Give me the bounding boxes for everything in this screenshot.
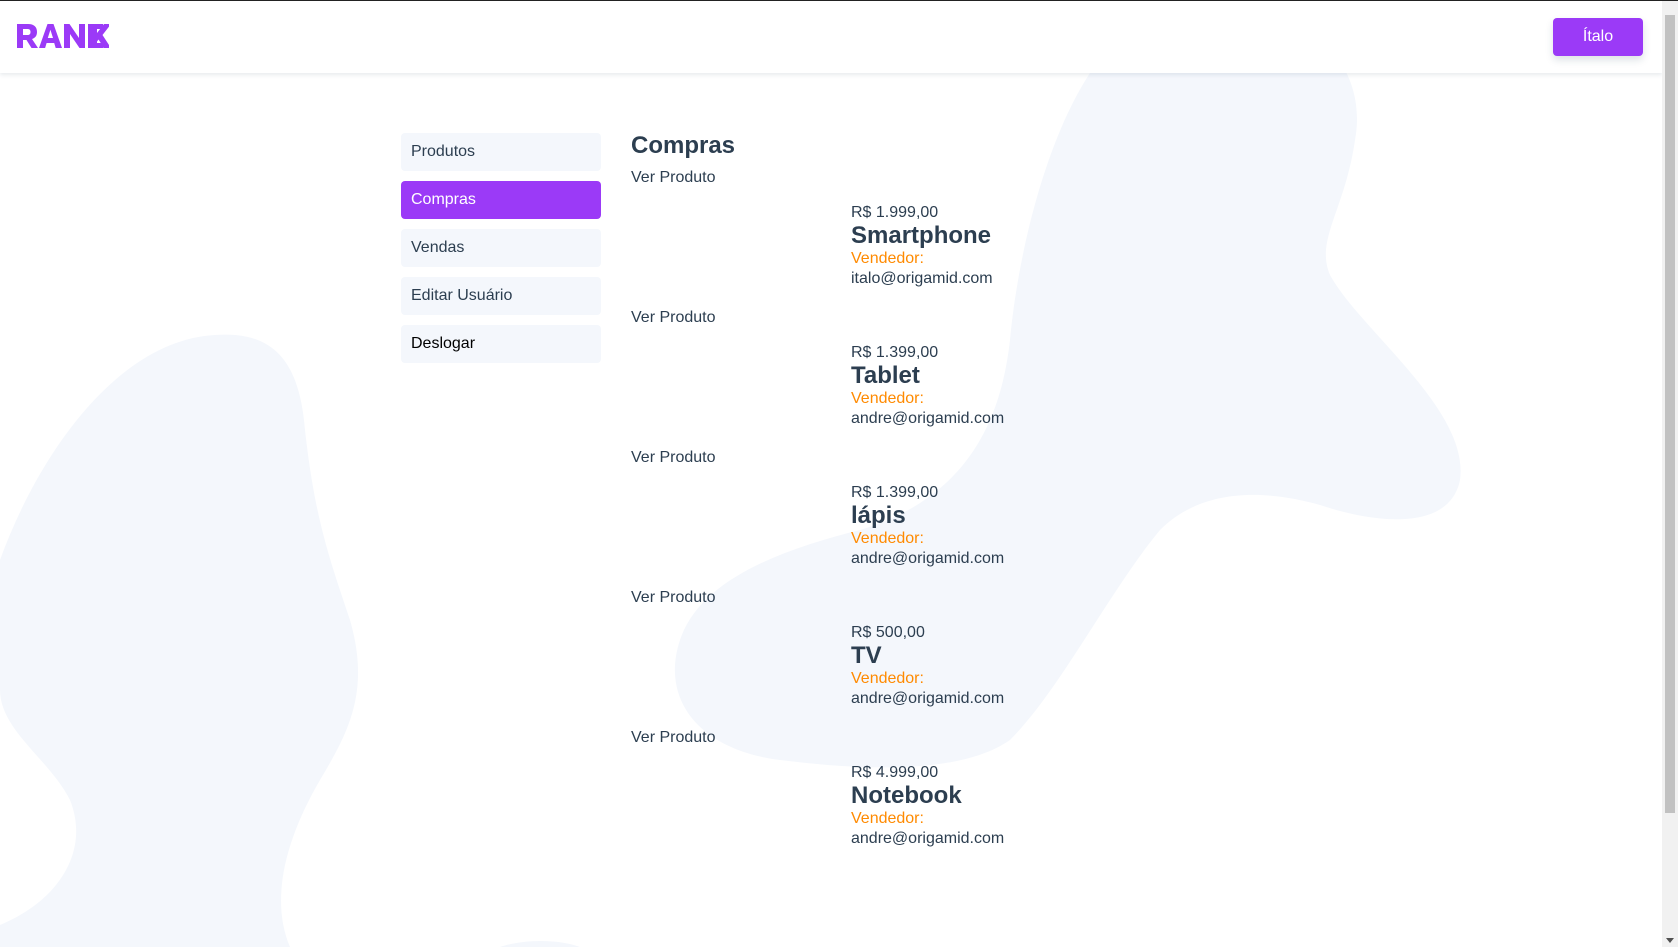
product-name: TV <box>851 642 882 669</box>
purchase-info: R$ 500,00 TV Vendedor: andre@origamid.co… <box>851 623 1004 709</box>
seller-label: Vendedor: <box>851 810 924 827</box>
user-button[interactable]: Ítalo <box>1553 18 1643 56</box>
purchase-info: R$ 4.999,00 Notebook Vendedor: andre@ori… <box>851 763 1004 849</box>
window-top-border <box>0 0 1678 1</box>
seller-info: Vendedor: andre@origamid.com <box>851 389 1004 429</box>
sidebar-item-produtos[interactable]: Produtos <box>401 133 601 171</box>
account-sidebar: Produtos Compras Vendas Editar Usuário D… <box>401 133 601 373</box>
product-price: R$ 1.399,00 <box>851 484 939 501</box>
scrollbar-thumb[interactable] <box>1665 15 1675 813</box>
product-name: Smartphone <box>851 222 992 249</box>
view-product-link[interactable]: Ver Produto <box>631 169 716 187</box>
logo-k-glyph <box>91 23 111 49</box>
product-name: lápis <box>851 502 906 529</box>
seller-label: Vendedor: <box>851 670 924 687</box>
product-price: R$ 1.999,00 <box>851 204 939 221</box>
purchase-item: Ver Produto R$ 1.399,00 lápis Vendedor: … <box>631 447 1004 587</box>
sidebar-item-vendas[interactable]: Vendas <box>401 229 601 267</box>
seller-email: italo@origamid.com <box>851 270 993 287</box>
purchase-info: R$ 1.399,00 Tablet Vendedor: andre@origa… <box>851 343 1004 429</box>
view-product-link[interactable]: Ver Produto <box>631 729 716 747</box>
sidebar-item-compras[interactable]: Compras <box>401 181 601 219</box>
logout-button[interactable]: Deslogar <box>401 325 601 363</box>
seller-label: Vendedor: <box>851 390 924 407</box>
purchases-section: Compras Ver Produto R$ 1.999,00 Smartpho… <box>631 130 1004 867</box>
page-title: Compras <box>631 132 736 159</box>
product-price: R$ 4.999,00 <box>851 764 939 781</box>
seller-label: Vendedor: <box>851 530 924 547</box>
seller-label: Vendedor: <box>851 250 924 267</box>
seller-info: Vendedor: italo@origamid.com <box>851 249 993 289</box>
view-product-link[interactable]: Ver Produto <box>631 449 716 467</box>
seller-email: andre@origamid.com <box>851 690 1005 707</box>
seller-info: Vendedor: andre@origamid.com <box>851 529 1004 569</box>
seller-info: Vendedor: andre@origamid.com <box>851 809 1004 849</box>
seller-email: andre@origamid.com <box>851 410 1005 427</box>
background-blobs <box>0 2 1461 947</box>
page-scrollbar[interactable] <box>1662 1 1678 947</box>
product-price: R$ 1.399,00 <box>851 344 939 361</box>
product-name: Notebook <box>851 782 962 809</box>
header: Ítalo <box>0 1 1662 73</box>
purchase-item: Ver Produto R$ 1.399,00 Tablet Vendedor:… <box>631 307 1004 447</box>
view-product-link[interactable]: Ver Produto <box>631 589 716 607</box>
seller-info: Vendedor: andre@origamid.com <box>851 669 1004 709</box>
product-name: Tablet <box>851 362 920 389</box>
scroll-down-arrow-icon[interactable] <box>1666 938 1674 943</box>
seller-email: andre@origamid.com <box>851 550 1005 567</box>
product-price: R$ 500,00 <box>851 624 925 641</box>
purchase-item: Ver Produto R$ 1.999,00 Smartphone Vende… <box>631 167 993 307</box>
purchase-item: Ver Produto R$ 4.999,00 Notebook Vendedo… <box>631 727 1004 867</box>
purchase-info: R$ 1.399,00 lápis Vendedor: andre@origam… <box>851 483 1004 569</box>
sidebar-item-editar-usuario[interactable]: Editar Usuário <box>401 277 601 315</box>
purchase-item: Ver Produto R$ 500,00 TV Vendedor: andre… <box>631 587 1004 727</box>
seller-email: andre@origamid.com <box>851 830 1005 847</box>
purchase-info: R$ 1.999,00 Smartphone Vendedor: italo@o… <box>851 203 993 289</box>
view-product-link[interactable]: Ver Produto <box>631 309 716 327</box>
